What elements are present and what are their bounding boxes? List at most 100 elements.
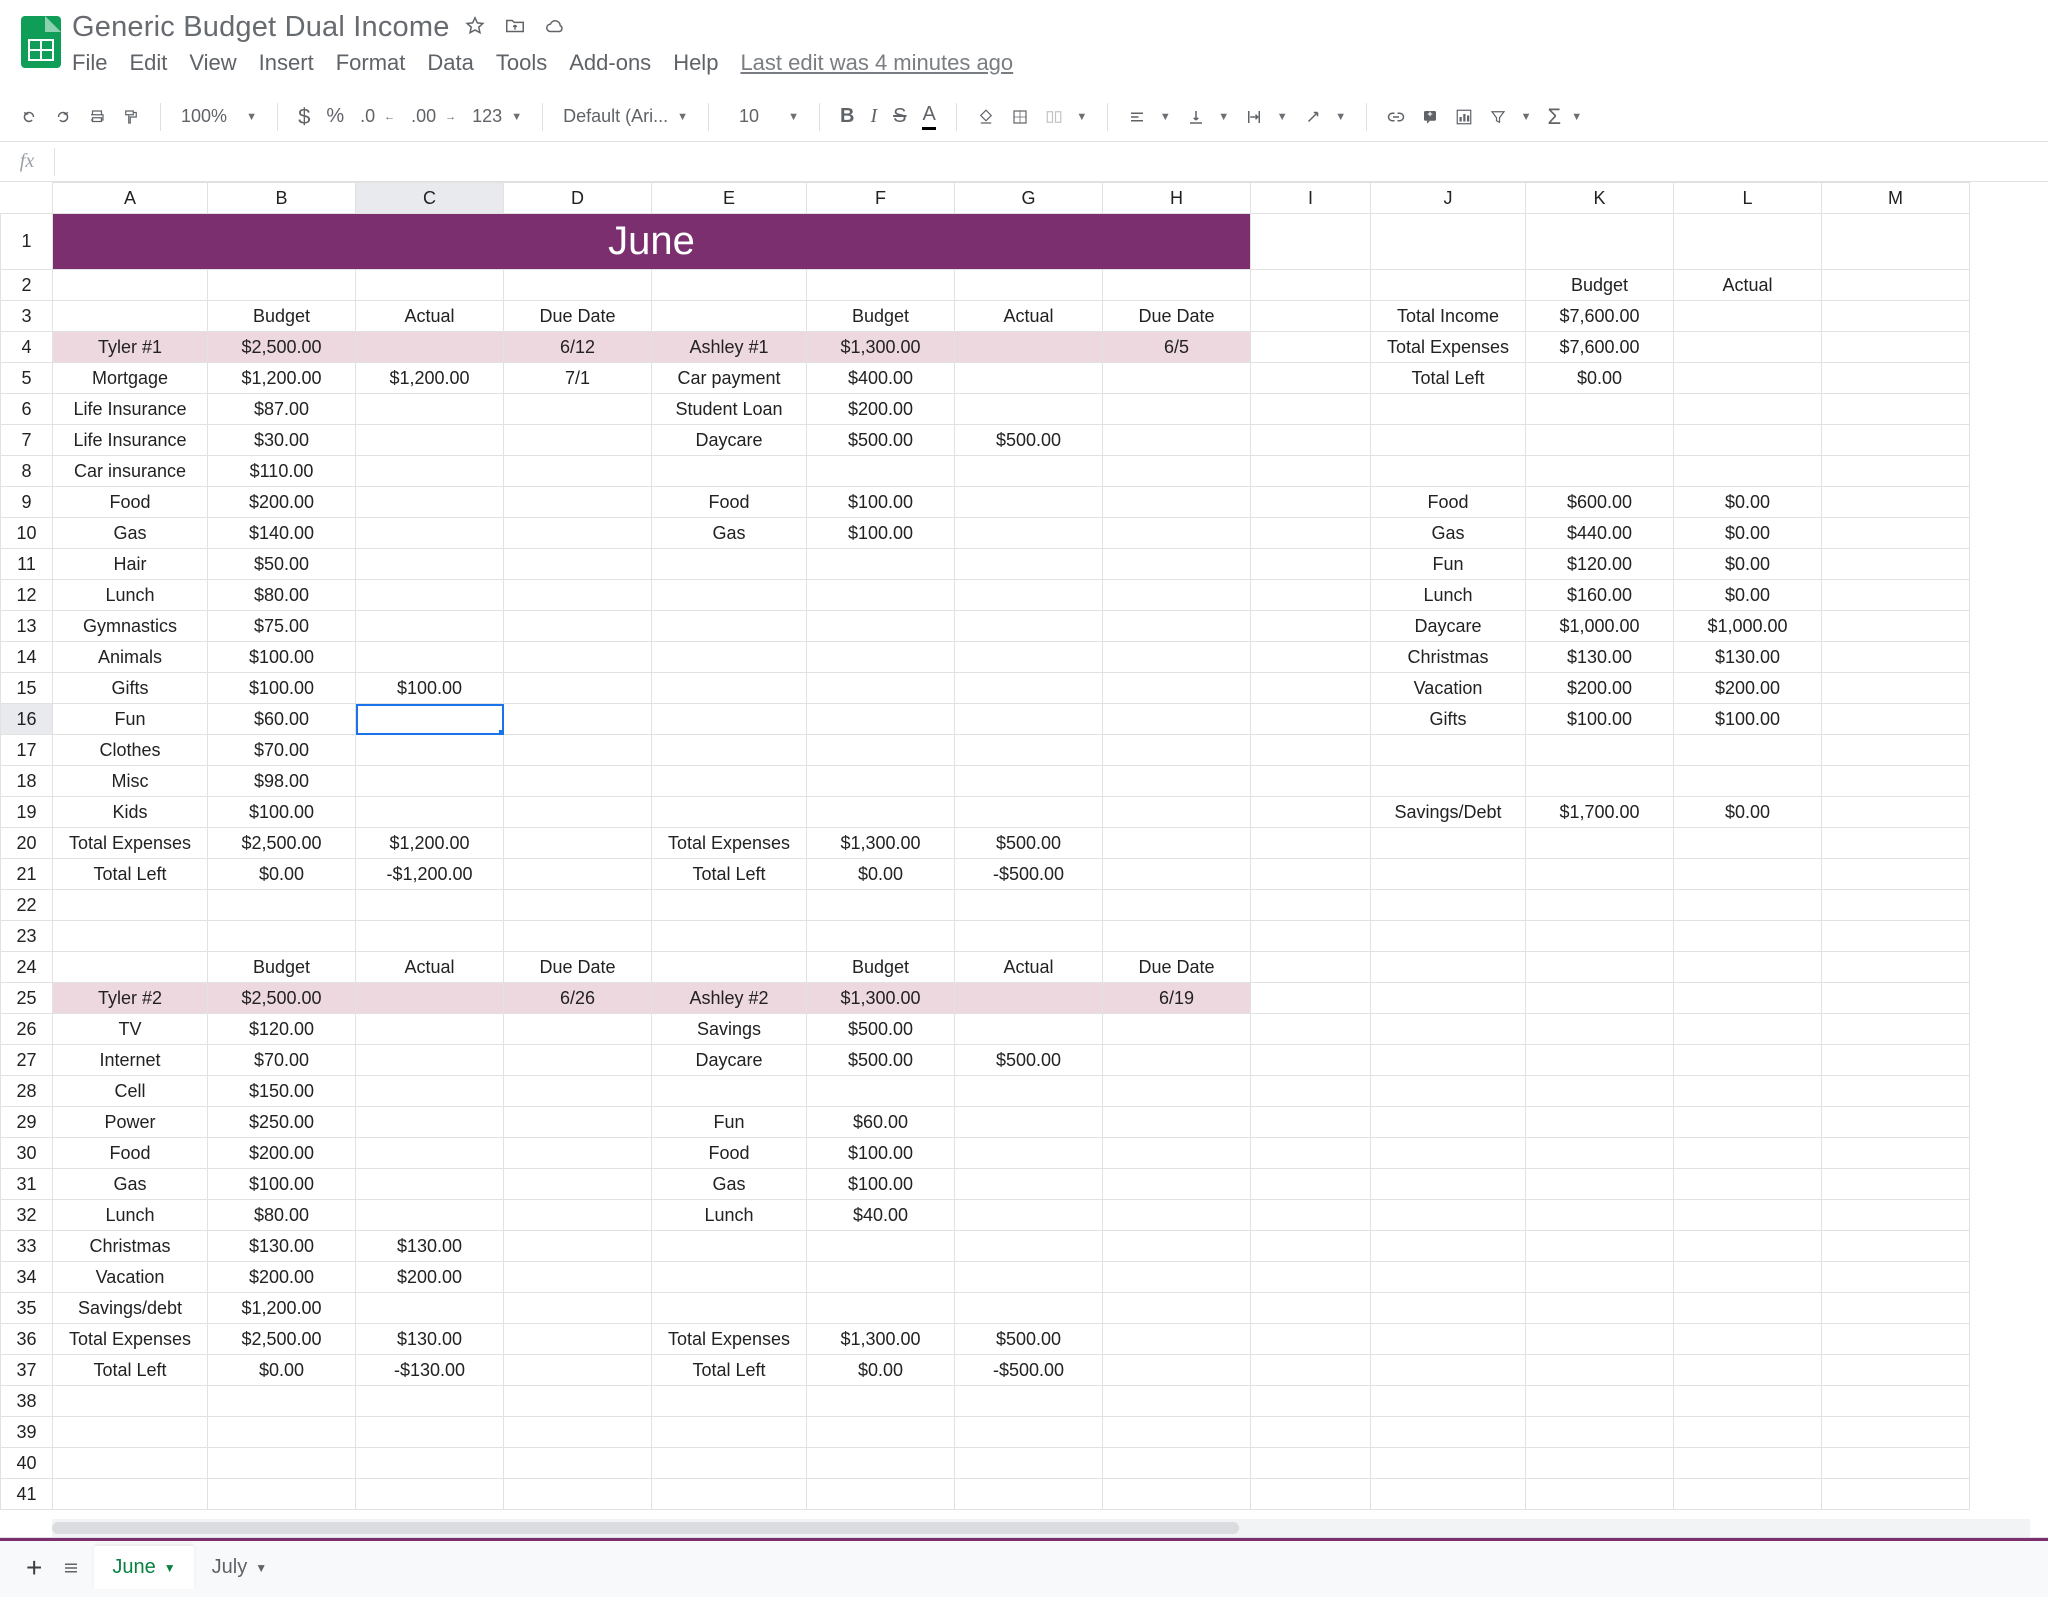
cell-I38[interactable]: [1251, 1386, 1371, 1417]
insert-chart-button[interactable]: [1449, 104, 1479, 130]
cell-G11[interactable]: [955, 549, 1103, 580]
cell-C33[interactable]: $130.00: [356, 1231, 504, 1262]
row-header-2[interactable]: 2: [1, 270, 53, 301]
cell-H26[interactable]: [1103, 1014, 1251, 1045]
move-folder-icon[interactable]: [504, 15, 526, 40]
row-header-13[interactable]: 13: [1, 611, 53, 642]
cell-E36[interactable]: Total Expenses: [652, 1324, 807, 1355]
filter-button[interactable]: ▼: [1483, 101, 1537, 132]
cell-H17[interactable]: [1103, 735, 1251, 766]
cell-B39[interactable]: [208, 1417, 356, 1448]
cell-K2[interactable]: Budget: [1526, 270, 1674, 301]
menu-view[interactable]: View: [189, 50, 236, 76]
vertical-align-button[interactable]: ▼: [1181, 101, 1235, 132]
cell-G23[interactable]: [955, 921, 1103, 952]
cell-M10[interactable]: [1822, 518, 1970, 549]
cell-E33[interactable]: [652, 1231, 807, 1262]
cell-F14[interactable]: [807, 642, 955, 673]
cell-L3[interactable]: [1674, 301, 1822, 332]
cell-H41[interactable]: [1103, 1479, 1251, 1510]
cell-M27[interactable]: [1822, 1045, 1970, 1076]
cell-K38[interactable]: [1526, 1386, 1674, 1417]
cell-K25[interactable]: [1526, 983, 1674, 1014]
cell-K12[interactable]: $160.00: [1526, 580, 1674, 611]
cell-A3[interactable]: [53, 301, 208, 332]
cell-H14[interactable]: [1103, 642, 1251, 673]
cell-M5[interactable]: [1822, 363, 1970, 394]
cell-I18[interactable]: [1251, 766, 1371, 797]
cell-J34[interactable]: [1371, 1262, 1526, 1293]
cell-B30[interactable]: $200.00: [208, 1138, 356, 1169]
cell-F16[interactable]: [807, 704, 955, 735]
cell-E31[interactable]: Gas: [652, 1169, 807, 1200]
cell-L15[interactable]: $200.00: [1674, 673, 1822, 704]
cell-K39[interactable]: [1526, 1417, 1674, 1448]
column-header-E[interactable]: E: [652, 183, 807, 214]
cell-B10[interactable]: $140.00: [208, 518, 356, 549]
cell-K8[interactable]: [1526, 456, 1674, 487]
cell-J25[interactable]: [1371, 983, 1526, 1014]
cell-H38[interactable]: [1103, 1386, 1251, 1417]
cell-G37[interactable]: -$500.00: [955, 1355, 1103, 1386]
cell-D40[interactable]: [504, 1448, 652, 1479]
cell-H5[interactable]: [1103, 363, 1251, 394]
cell-C9[interactable]: [356, 487, 504, 518]
cell-K6[interactable]: [1526, 394, 1674, 425]
cell-J33[interactable]: [1371, 1231, 1526, 1262]
row-header-28[interactable]: 28: [1, 1076, 53, 1107]
cell-H24[interactable]: Due Date: [1103, 952, 1251, 983]
cell-K11[interactable]: $120.00: [1526, 549, 1674, 580]
cell-F24[interactable]: Budget: [807, 952, 955, 983]
cell-C6[interactable]: [356, 394, 504, 425]
cell-K33[interactable]: [1526, 1231, 1674, 1262]
cell-L20[interactable]: [1674, 828, 1822, 859]
cell-M14[interactable]: [1822, 642, 1970, 673]
cell-I3[interactable]: [1251, 301, 1371, 332]
cell-D14[interactable]: [504, 642, 652, 673]
cell-I5[interactable]: [1251, 363, 1371, 394]
cell-B21[interactable]: $0.00: [208, 859, 356, 890]
row-header-14[interactable]: 14: [1, 642, 53, 673]
row-header-35[interactable]: 35: [1, 1293, 53, 1324]
cell-I20[interactable]: [1251, 828, 1371, 859]
merge-cells-button[interactable]: ▼: [1039, 101, 1093, 132]
row-header-8[interactable]: 8: [1, 456, 53, 487]
row-header-38[interactable]: 38: [1, 1386, 53, 1417]
cell-I17[interactable]: [1251, 735, 1371, 766]
cell-M29[interactable]: [1822, 1107, 1970, 1138]
cell-B19[interactable]: $100.00: [208, 797, 356, 828]
cell-J10[interactable]: Gas: [1371, 518, 1526, 549]
cell-A13[interactable]: Gymnastics: [53, 611, 208, 642]
cell-J31[interactable]: [1371, 1169, 1526, 1200]
row-header-19[interactable]: 19: [1, 797, 53, 828]
cell-J28[interactable]: [1371, 1076, 1526, 1107]
cell-F10[interactable]: $100.00: [807, 518, 955, 549]
column-header-L[interactable]: L: [1674, 183, 1822, 214]
cell-M16[interactable]: [1822, 704, 1970, 735]
cell-A36[interactable]: Total Expenses: [53, 1324, 208, 1355]
cell-L4[interactable]: [1674, 332, 1822, 363]
cell-G14[interactable]: [955, 642, 1103, 673]
row-header-16[interactable]: 16: [1, 704, 53, 735]
column-header-C[interactable]: C: [356, 183, 504, 214]
cell-K28[interactable]: [1526, 1076, 1674, 1107]
cell-J8[interactable]: [1371, 456, 1526, 487]
cell-K36[interactable]: [1526, 1324, 1674, 1355]
cell-I26[interactable]: [1251, 1014, 1371, 1045]
cell-G3[interactable]: Actual: [955, 301, 1103, 332]
cell-A7[interactable]: Life Insurance: [53, 425, 208, 456]
cell-E10[interactable]: Gas: [652, 518, 807, 549]
cell-M34[interactable]: [1822, 1262, 1970, 1293]
cell-M3[interactable]: [1822, 301, 1970, 332]
cell-D28[interactable]: [504, 1076, 652, 1107]
cell-F35[interactable]: [807, 1293, 955, 1324]
cell-H29[interactable]: [1103, 1107, 1251, 1138]
cell-L5[interactable]: [1674, 363, 1822, 394]
cell-K27[interactable]: [1526, 1045, 1674, 1076]
cell-L25[interactable]: [1674, 983, 1822, 1014]
increase-decimal-button[interactable]: .00 →: [405, 102, 462, 131]
text-wrap-button[interactable]: ▼: [1239, 101, 1293, 132]
cell-H2[interactable]: [1103, 270, 1251, 301]
cell-A28[interactable]: Cell: [53, 1076, 208, 1107]
cell-D39[interactable]: [504, 1417, 652, 1448]
